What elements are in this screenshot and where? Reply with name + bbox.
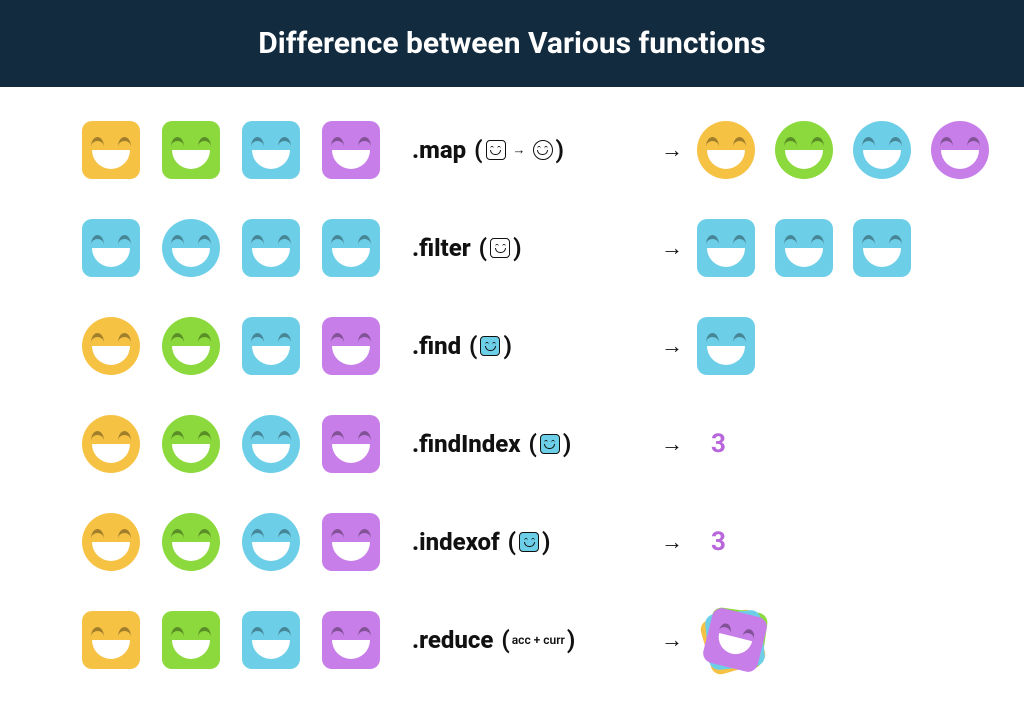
smiley-face-icon	[697, 121, 755, 179]
function-name: .find	[412, 332, 461, 360]
function-name: .indexof	[412, 528, 500, 556]
mini-face-icon	[486, 140, 506, 160]
function-label: .findIndex ()	[412, 430, 647, 458]
arrow-icon: →	[647, 627, 697, 653]
smiley-face-icon	[82, 513, 140, 571]
arrow-icon: →	[513, 142, 526, 158]
output-number: 3	[711, 429, 726, 459]
paren-open: (	[474, 136, 482, 164]
output-result	[697, 608, 767, 672]
mini-face-icon	[519, 532, 539, 552]
page-title: Difference between Various functions	[0, 0, 1024, 87]
smiley-face-icon	[697, 219, 755, 277]
diagram-row-indexof: .indexof ()→3	[82, 507, 942, 577]
smiley-face-icon	[775, 219, 833, 277]
smiley-face-icon	[322, 415, 380, 473]
smiley-face-icon	[82, 611, 140, 669]
function-name: .reduce	[412, 626, 493, 654]
function-label: .reduce (acc + curr)	[412, 626, 647, 654]
paren-close: )	[542, 528, 550, 556]
mini-face-icon	[533, 140, 553, 160]
diagram-row-find: .find ()→	[82, 311, 942, 381]
arrow-icon: →	[647, 137, 697, 163]
smiley-face-icon	[82, 121, 140, 179]
function-args: acc + curr	[512, 633, 565, 647]
function-label: .map ( →)	[412, 136, 647, 164]
smiley-face-icon	[242, 219, 300, 277]
smiley-face-icon	[82, 415, 140, 473]
function-name: .findIndex	[412, 430, 521, 458]
paren-close: )	[503, 332, 511, 360]
input-array	[82, 317, 412, 375]
function-args	[539, 434, 561, 454]
arrow-icon: →	[647, 431, 697, 457]
paren-open: (	[508, 528, 516, 556]
smiley-face-icon	[162, 317, 220, 375]
function-args	[479, 336, 501, 356]
arrow-icon: →	[647, 529, 697, 555]
smiley-face-icon	[322, 513, 380, 571]
smiley-face-icon	[82, 219, 140, 277]
diagram-row-filter: .filter ()→	[82, 213, 942, 283]
smiley-face-icon	[242, 611, 300, 669]
smiley-face-icon	[242, 317, 300, 375]
arg-text: acc + curr	[512, 633, 565, 647]
smiley-face-icon	[853, 219, 911, 277]
smiley-face-icon	[162, 611, 220, 669]
output-result: 3	[697, 429, 726, 459]
diagram-row-reduce: .reduce (acc + curr)→	[82, 605, 942, 675]
paren-close: )	[556, 136, 564, 164]
stacked-faces-icon	[703, 608, 767, 672]
mini-face-icon	[490, 238, 510, 258]
input-array	[82, 513, 412, 571]
function-args	[489, 238, 511, 258]
smiley-face-icon	[853, 121, 911, 179]
input-array	[82, 611, 412, 669]
smiley-face-icon	[242, 513, 300, 571]
output-number: 3	[711, 527, 726, 557]
smiley-face-icon	[322, 219, 380, 277]
smiley-face-icon	[322, 611, 380, 669]
function-label: .find ()	[412, 332, 647, 360]
function-args: →	[485, 140, 554, 160]
paren-open: (	[501, 626, 509, 654]
function-name: .map	[412, 136, 466, 164]
function-label: .filter ()	[412, 234, 647, 262]
arrow-icon: →	[647, 235, 697, 261]
input-array	[82, 219, 412, 277]
smiley-face-icon	[162, 415, 220, 473]
output-result	[697, 121, 989, 179]
smiley-face-icon	[931, 121, 989, 179]
function-label: .indexof ()	[412, 528, 647, 556]
paren-open: (	[469, 332, 477, 360]
paren-close: )	[563, 430, 571, 458]
smiley-face-icon	[162, 219, 220, 277]
mini-face-icon	[480, 336, 500, 356]
output-result	[697, 219, 911, 277]
smiley-face-icon	[162, 513, 220, 571]
paren-close: )	[513, 234, 521, 262]
smiley-face-icon	[322, 317, 380, 375]
paren-close: )	[567, 626, 575, 654]
mini-face-icon	[540, 434, 560, 454]
smiley-face-icon	[242, 415, 300, 473]
smiley-face-icon	[82, 317, 140, 375]
output-result	[697, 317, 755, 375]
output-result: 3	[697, 527, 726, 557]
smiley-face-icon	[322, 121, 380, 179]
diagram-content: .map (→)→.filter ()→.find ()→.findIndex …	[0, 87, 1024, 675]
arrow-icon: →	[647, 333, 697, 359]
input-array	[82, 415, 412, 473]
smiley-face-icon	[162, 121, 220, 179]
smiley-face-icon	[775, 121, 833, 179]
diagram-row-map: .map ( →) →	[82, 115, 942, 185]
smiley-face-icon	[697, 317, 755, 375]
input-array	[82, 121, 412, 179]
function-name: .filter	[412, 234, 471, 262]
paren-open: (	[528, 430, 536, 458]
diagram-row-findIndex: .findIndex ()→3	[82, 409, 942, 479]
smiley-face-icon	[242, 121, 300, 179]
function-args	[518, 532, 540, 552]
paren-open: (	[479, 234, 487, 262]
